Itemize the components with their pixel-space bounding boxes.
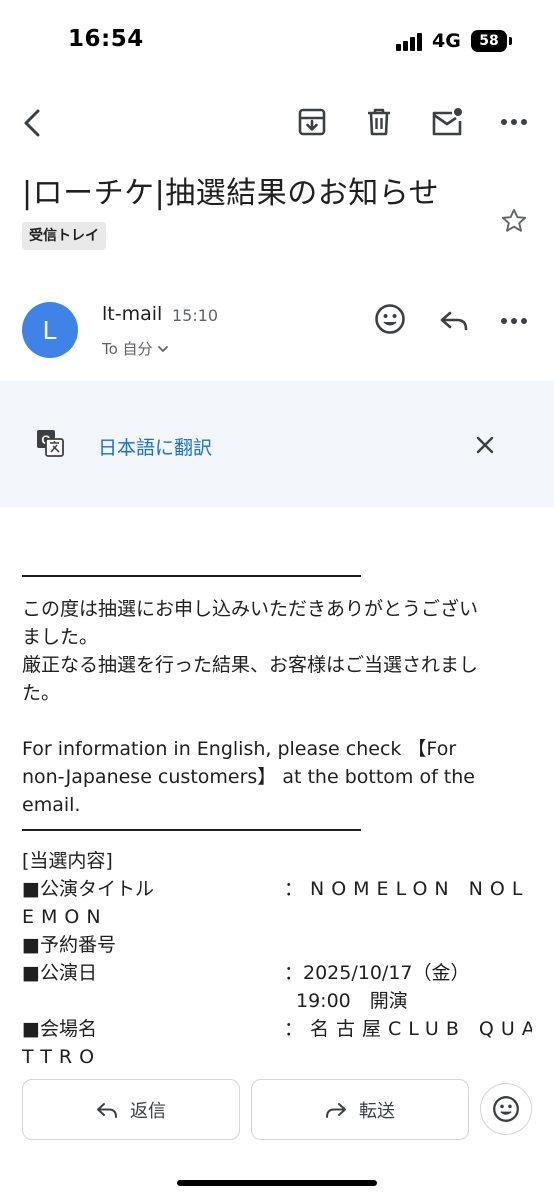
google-translate-icon: G [34,427,66,459]
recipients-toggle[interactable]: To 自分 [102,338,169,359]
dismiss-translate-button[interactable] [470,430,500,460]
add-reaction-button[interactable] [372,301,408,337]
mark-unread-button[interactable] [428,104,466,140]
star-icon [501,208,527,232]
field-label: ■会場名 [22,1018,97,1040]
sender-name[interactable]: lt-mail [102,303,162,325]
network-label: 4G [432,30,461,52]
reply-icon [440,311,468,331]
status-time: 16:54 [68,26,144,52]
emoji-icon [375,304,405,334]
forward-label: 転送 [359,1100,395,1122]
divider [22,829,361,831]
email-body: この度は抽選にお申し込みいただきありがとうござい ました。 厳正なる抽選を行った… [22,575,532,1067]
chevron-down-icon [157,345,168,352]
mail-unread-icon [432,108,462,136]
email-subject: |ローチケ|抽選結果のお知らせ [22,176,440,211]
translate-link[interactable]: 日本語に翻訳 [98,433,212,460]
delete-button[interactable] [361,104,397,140]
body-line: For information in English, please check… [22,738,457,760]
field-value: ：2025/10/17（金） [284,962,470,984]
body-line: 厳正なる抽選を行った結果、お客様はご当選されまし [22,654,479,676]
body-line: email. [22,794,81,816]
more-horizontal-icon [501,318,527,324]
star-button[interactable] [498,205,530,237]
reply-icon [97,1102,117,1118]
field-label: ■公演タイトル [22,878,154,900]
archive-icon [298,108,326,136]
to-line-label: To 自分 [102,340,153,358]
forward-icon [326,1102,346,1118]
field-label: ■予約番号 [22,934,116,956]
emoji-reaction-button[interactable] [480,1083,532,1135]
forward-button[interactable]: 転送 [251,1079,469,1140]
section-header: [当選内容] [22,850,113,872]
archive-button[interactable] [294,104,330,140]
home-indicator [177,1180,377,1186]
signal-icon [396,33,426,51]
body-line: この度は抽選にお申し込みいただきありがとうござい [22,598,479,620]
body-line: た。 [22,682,61,704]
battery-icon: 58 [471,30,507,52]
field-value: ：NOMELON NOL [284,878,530,900]
more-button[interactable] [496,104,532,140]
reply-icon-button[interactable] [436,303,472,339]
field-value-cont: 19:00 開演 [296,990,408,1012]
trash-icon [368,108,390,136]
status-bar: 16:54 4G 58 [0,0,554,84]
divider [22,575,361,577]
field-value-cont: TTRO [22,1046,102,1067]
field-value-cont: EMON [22,906,108,928]
emoji-icon [493,1096,519,1122]
more-horizontal-icon [501,119,527,125]
battery-cap [509,37,512,45]
body-line: ました。 [22,626,99,648]
inbox-label-chip[interactable]: 受信トレイ [22,222,106,250]
message-more-button[interactable] [496,303,532,339]
chevron-left-icon [24,109,40,137]
reply-button[interactable]: 返信 [22,1079,240,1140]
back-button[interactable] [14,104,50,142]
close-icon [476,436,494,454]
sent-time: 15:10 [172,306,219,325]
reply-label: 返信 [130,1100,166,1122]
sender-avatar[interactable]: L [22,302,78,358]
body-line: non-Japanese customers】 at the bottom of… [22,766,475,788]
field-value: ：名古屋CLUB QUA [284,1018,532,1040]
field-label: ■公演日 [22,962,97,984]
